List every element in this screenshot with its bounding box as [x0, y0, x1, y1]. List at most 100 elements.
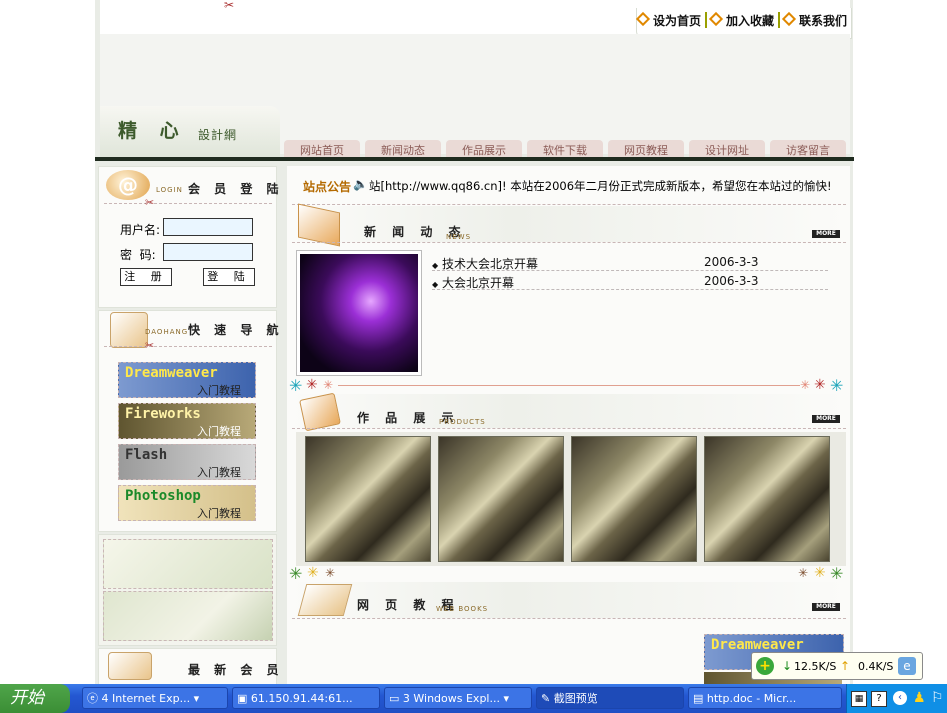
tutorial-dreamweaver-title: Dreamweaver [125, 365, 218, 381]
nav-works[interactable]: 作品展示 [446, 140, 522, 158]
diamond-icon [708, 11, 724, 27]
login-button[interactable]: 登 陆 [203, 268, 255, 286]
task-windows-explorer[interactable]: ▭ 3 Windows Expl... ▾ [384, 687, 532, 709]
monitor-icon: ▣ [237, 692, 251, 705]
nav-downloads[interactable]: 软件下载 [527, 140, 603, 158]
set-homepage-link[interactable]: 设为首页 [635, 11, 701, 29]
register-button[interactable]: 注 册 [120, 268, 172, 286]
header-divider [95, 157, 854, 161]
snowflake-icon: ✳ [830, 376, 844, 395]
product-thumbnail[interactable] [438, 436, 564, 562]
news-item-date: 2006-3-3 [704, 255, 759, 269]
separator-line [338, 385, 800, 386]
tutorial-flash-title: Flash [125, 447, 168, 463]
username-input[interactable] [163, 218, 253, 236]
news-tag: NEWS [446, 233, 472, 241]
tutorial-photoshop-title: Photoshop [125, 488, 201, 504]
dashed-divider [104, 203, 272, 204]
tutorial-dreamweaver[interactable]: Dreamweaver 入门教程 [118, 362, 256, 398]
upload-speed: 0.4K/S [858, 660, 894, 673]
dashed-divider [292, 618, 846, 619]
word-icon: ▤ [693, 692, 707, 705]
quicknav-title: 快 速 导 航 [188, 323, 284, 337]
nav-home[interactable]: 网站首页 [284, 140, 360, 158]
ad-image [103, 539, 273, 589]
diamond-icon [781, 11, 797, 27]
tutorial-photoshop[interactable]: Photoshop 入门教程 [118, 485, 256, 521]
product-thumbnail[interactable] [571, 436, 697, 562]
download-speed: 12.5K/S [794, 660, 837, 673]
speaker-icon: 🔈 [353, 177, 368, 191]
logo-text: 精 心 [118, 120, 187, 142]
pin-icon: ✎ [541, 692, 554, 705]
task-word-document[interactable]: ▤ http.doc - Micr... [688, 687, 842, 709]
dashed-divider [292, 428, 846, 429]
folder-icon: ▭ [389, 692, 403, 705]
news-more-button[interactable]: MORE [812, 230, 840, 238]
nav-news[interactable]: 新闻动态 [365, 140, 441, 158]
nav-guestbook[interactable]: 访客留言 [770, 140, 846, 158]
members-icon [108, 652, 152, 680]
ad-box [98, 534, 277, 646]
start-button[interactable]: 开始 [0, 684, 70, 713]
add-favorite-link[interactable]: 加入收藏 [708, 11, 775, 29]
news-item-title: 技术大会北京开幕 [441, 257, 538, 271]
star-icon: ✳ [306, 377, 318, 393]
contact-link[interactable]: 联系我们 [781, 11, 848, 29]
flower-icon: ✳ [325, 566, 336, 580]
download-arrow-icon: ↓ [782, 659, 793, 673]
nav-tutorials[interactable]: 网页教程 [608, 140, 684, 158]
tutorial-fireworks-title: Fireworks [125, 406, 201, 422]
tutorial-flash[interactable]: Flash 入门教程 [118, 444, 256, 480]
books-dreamweaver-title: Dreamweaver [711, 637, 804, 653]
add-favorite-label: 加入收藏 [726, 14, 775, 28]
divider [778, 12, 780, 28]
news-photo [300, 254, 418, 372]
tutorial-fireworks[interactable]: Fireworks 入门教程 [118, 403, 256, 439]
task-label: 截图预览 [553, 692, 598, 705]
task-internet-explorer[interactable]: ⓔ 4 Internet Exp... ▾ [82, 687, 228, 709]
task-screenshot-preview[interactable]: ✎ 截图预览 [536, 687, 684, 709]
tutorial-photoshop-sub: 入门教程 [197, 507, 241, 520]
login-title: 会 员 登 陆 [188, 182, 284, 196]
star-icon: ✳ [800, 378, 811, 392]
products-more-button[interactable]: MORE [812, 415, 840, 423]
task-remote-desktop[interactable]: ▣ 61.150.91.44:61... [232, 687, 380, 709]
ad-image [103, 591, 273, 641]
help-icon[interactable]: ? [871, 691, 887, 707]
contact-label: 联系我们 [799, 14, 848, 28]
tutorial-fireworks-sub: 入门教程 [197, 425, 241, 438]
divider [705, 12, 707, 28]
books-more-button[interactable]: MORE [812, 603, 840, 611]
products-tag: PRODUCTS [439, 418, 486, 426]
folder-icon [110, 312, 148, 348]
plus-icon: + [756, 657, 774, 675]
net-speed-widget[interactable]: + ↓ 12.5K/S ↑ 0.4K/S e [751, 652, 923, 680]
tutorial-dreamweaver-sub: 入门教程 [197, 384, 241, 397]
password-input[interactable] [163, 243, 253, 261]
task-label: 4 Internet Exp... [101, 692, 191, 705]
product-thumbnail[interactable] [305, 436, 431, 562]
ie-icon: ⓔ [87, 692, 102, 705]
news-photo-frame [296, 250, 422, 376]
news-item-title: 大会北京开幕 [441, 276, 514, 290]
system-tray: ▦ ? ‹ ♟ ⚐ [846, 684, 947, 713]
password-label: 密 码: [120, 248, 156, 262]
network-icon[interactable]: ⚐ [931, 690, 944, 706]
notice-label: 站点公告 [303, 180, 352, 194]
keyboard-icon[interactable]: ▦ [851, 691, 867, 707]
flower-icon: ✳ [307, 565, 319, 581]
collapse-tray-icon[interactable]: ‹ [893, 691, 907, 705]
flower-icon: ✳ [814, 565, 826, 581]
star-icon: ✳ [814, 377, 826, 393]
scissors-icon: ✂ [145, 196, 155, 209]
row-divider [432, 289, 828, 290]
quicknav-tag: DAOHANG [145, 328, 189, 336]
product-thumbnail[interactable] [704, 436, 830, 562]
nav-links[interactable]: 设计网址 [689, 140, 765, 158]
task-label: 61.150.91.44:61... [250, 692, 353, 705]
snowflake-icon: ✳ [289, 376, 303, 395]
qq-icon[interactable]: ♟ [913, 690, 926, 706]
row-divider [432, 270, 828, 271]
books-icon [297, 584, 353, 616]
